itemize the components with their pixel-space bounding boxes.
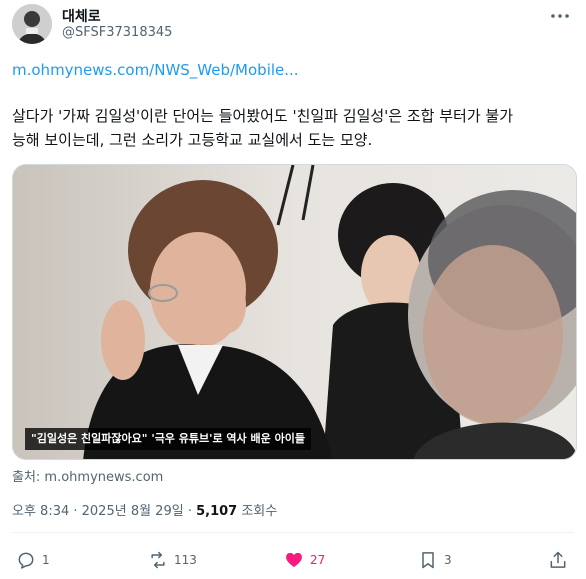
reply-count: 1 (42, 553, 50, 567)
share-icon (550, 551, 566, 568)
heart-icon (286, 552, 302, 568)
image-caption: "김일성은 친일파잖아요" '극우 유튜브'로 역사 배운 아이들 (25, 428, 311, 450)
repost-button[interactable]: 113 (148, 549, 197, 571)
author-handle[interactable]: @SFSF37318345 (62, 25, 172, 40)
reply-button[interactable]: 1 (16, 549, 50, 571)
tweet-text: 살다가 '가짜 김일성'이란 단어는 들어봤어도 '친일파 김일성'은 조합 부… (12, 107, 514, 149)
bookmark-button[interactable]: 3 (418, 549, 452, 571)
timestamp[interactable]: 오후 8:34 · 2025년 8월 29일 · (12, 504, 196, 519)
tweet-meta: 오후 8:34 · 2025년 8월 29일 · 5,107 조회수 (12, 500, 277, 519)
share-button[interactable] (548, 549, 568, 571)
article-image[interactable] (12, 164, 577, 460)
avatar[interactable] (12, 4, 52, 44)
views-count: 5,107 (196, 504, 238, 519)
bookmark-count: 3 (444, 553, 452, 567)
reply-icon (18, 552, 34, 569)
views-label: 조회수 (237, 504, 278, 519)
author-name[interactable]: 대체로 (62, 6, 101, 26)
like-button[interactable]: 27 (284, 549, 325, 571)
article-link[interactable]: m.ohmynews.com/NWS_Web/Mobile... (12, 61, 299, 79)
repost-icon (151, 551, 165, 569)
repost-count: 113 (174, 553, 197, 567)
more-options-icon[interactable] (548, 6, 572, 26)
like-count: 27 (310, 553, 326, 567)
source-attribution[interactable]: 출처: m.ohmynews.com (12, 466, 163, 485)
bookmark-icon (422, 552, 434, 569)
divider (12, 532, 574, 533)
